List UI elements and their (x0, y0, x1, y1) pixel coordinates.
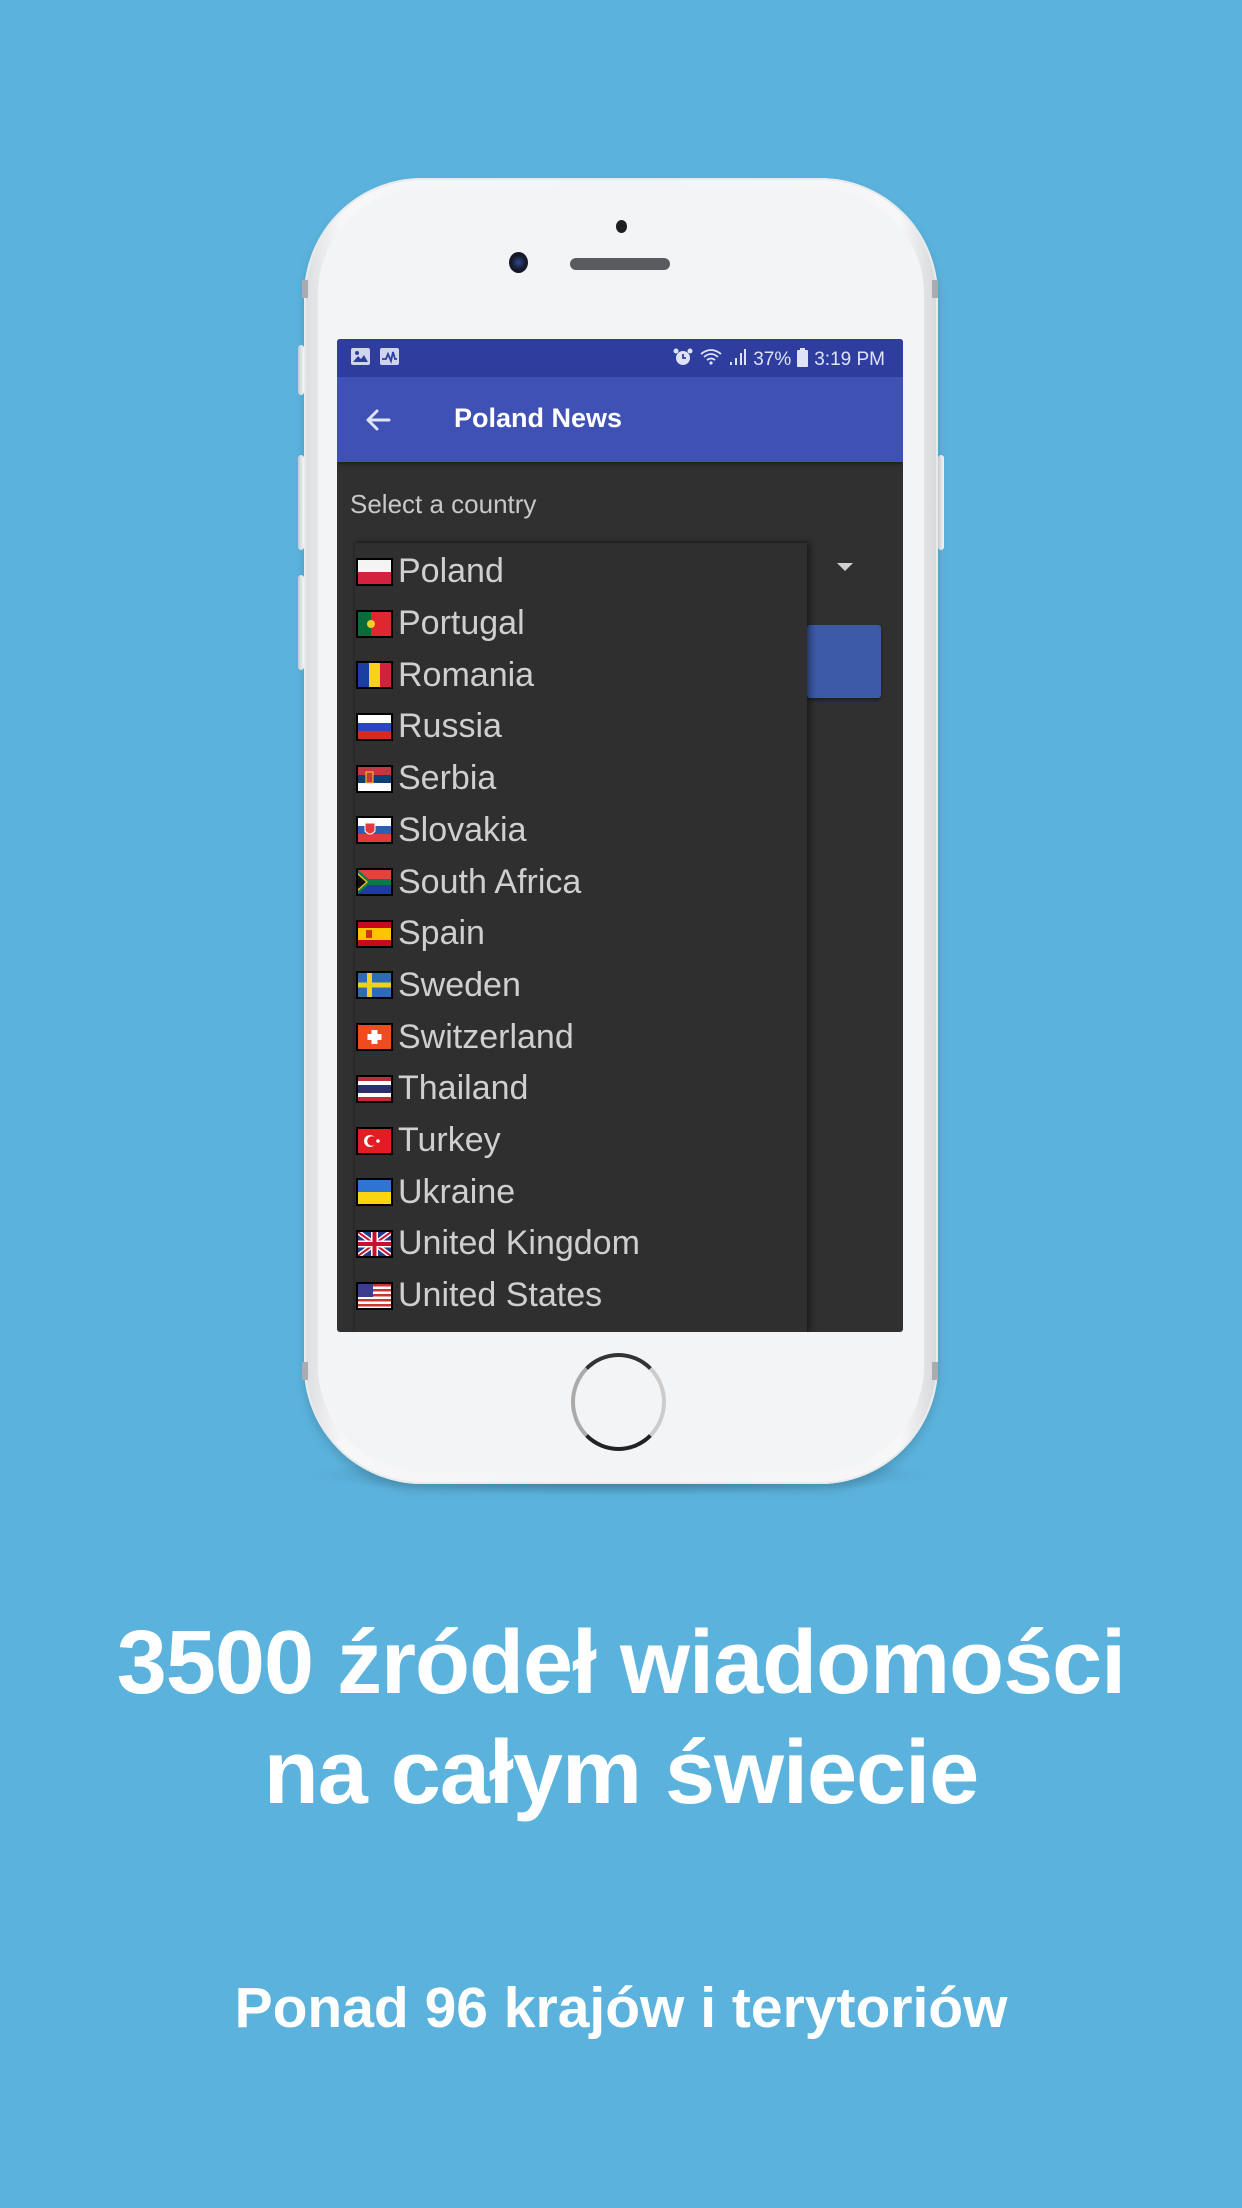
antenna-band (932, 280, 938, 298)
country-option-rs[interactable]: Serbia (355, 753, 807, 805)
country-option-label: Portugal (398, 604, 525, 643)
country-option-label: United States (398, 1276, 603, 1315)
flag-tr-icon (358, 1128, 391, 1153)
back-button[interactable] (361, 403, 397, 437)
country-option-pl[interactable]: Poland (355, 546, 807, 598)
select-country-label: Select a country (350, 489, 537, 519)
power-button (938, 455, 944, 550)
flag-pl-icon (358, 559, 391, 584)
arrow-left-icon (366, 409, 391, 431)
country-option-se[interactable]: Sweden (355, 960, 807, 1012)
country-option-label: Serbia (398, 759, 497, 798)
promo-subline: Ponad 96 krajów i terytoriów (234, 1976, 1008, 2040)
background-action-button[interactable] (807, 625, 881, 698)
flag-th-icon (358, 1076, 391, 1101)
flag-us-icon (358, 1283, 391, 1308)
flag-za-icon (358, 870, 391, 895)
country-option-label: Spain (398, 914, 485, 953)
flag-ru-icon (358, 714, 391, 739)
flag-ro-icon (358, 663, 391, 688)
gallery-icon (351, 348, 370, 365)
country-option-label: Poland (398, 552, 504, 591)
flag-ua-icon (358, 1180, 391, 1205)
country-option-ro[interactable]: Romania (355, 649, 807, 701)
country-option-label: Romania (398, 655, 535, 694)
wifi-icon (699, 347, 723, 373)
flag-rs-icon (358, 766, 391, 791)
app-toolbar: Poland News (337, 377, 903, 462)
country-option-pt[interactable]: Portugal (355, 598, 807, 650)
proximity-sensor (616, 220, 627, 233)
country-option-za[interactable]: South Africa (355, 856, 807, 908)
front-camera (509, 252, 528, 273)
country-option-label: Turkey (398, 1121, 501, 1160)
flag-sk-icon (358, 818, 391, 843)
status-bar: 37% 3:19 PM (337, 339, 903, 377)
battery-percent: 37% (753, 349, 792, 370)
country-option-label: Switzerland (398, 1017, 574, 1056)
country-option-label: Russia (398, 707, 502, 746)
volume-up-button (298, 455, 304, 550)
country-option-sk[interactable]: Slovakia (355, 805, 807, 857)
country-dropdown-list[interactable]: Poland Portugal Romania Russia Serbia Slovaki… (355, 543, 807, 1332)
country-option-label: Sweden (398, 965, 521, 1004)
country-option-th[interactable]: Thailand (355, 1063, 807, 1115)
home-button[interactable] (571, 1353, 666, 1451)
country-option-label: Slovakia (398, 810, 527, 849)
flag-pt-icon (358, 611, 391, 636)
battery-icon (797, 347, 809, 373)
country-option-ru[interactable]: Russia (355, 701, 807, 753)
alarm-icon (673, 347, 693, 373)
flag-es-icon (358, 921, 391, 946)
activity-icon (380, 348, 399, 365)
promo-headline: 3500 źródeł wiadomości na całym świecie (0, 1608, 1242, 1828)
mute-switch (298, 345, 304, 395)
country-option-es[interactable]: Spain (355, 908, 807, 960)
country-option-label: United Kingdom (398, 1224, 640, 1263)
flag-se-icon (358, 973, 391, 998)
country-option-label: Ukraine (398, 1172, 516, 1211)
flag-ch-icon (358, 1025, 391, 1050)
antenna-band (932, 1362, 938, 1380)
country-option-us[interactable]: United States (355, 1270, 807, 1322)
flag-gb-icon (358, 1231, 391, 1256)
headline-line-2: na całym świecie (263, 1723, 979, 1823)
antenna-band (302, 280, 308, 298)
country-option-ua[interactable]: Ukraine (355, 1166, 807, 1218)
country-option-tr[interactable]: Turkey (355, 1115, 807, 1167)
clock: 3:19 PM (814, 349, 885, 370)
country-option-label: Thailand (398, 1069, 529, 1108)
headline-line-1: 3500 źródeł wiadomości (116, 1613, 1126, 1713)
country-option-gb[interactable]: United Kingdom (355, 1218, 807, 1270)
dropdown-arrow-icon[interactable] (837, 563, 853, 571)
antenna-band (302, 1362, 308, 1380)
country-option-label: South Africa (398, 862, 582, 901)
earpiece-speaker (570, 258, 670, 270)
app-title: Poland News (454, 403, 623, 433)
signal-icon (729, 347, 747, 373)
volume-down-button (298, 575, 304, 670)
country-option-ch[interactable]: Switzerland (355, 1011, 807, 1063)
phone-screen: 37% 3:19 PM Poland News Select a country… (337, 339, 903, 1332)
